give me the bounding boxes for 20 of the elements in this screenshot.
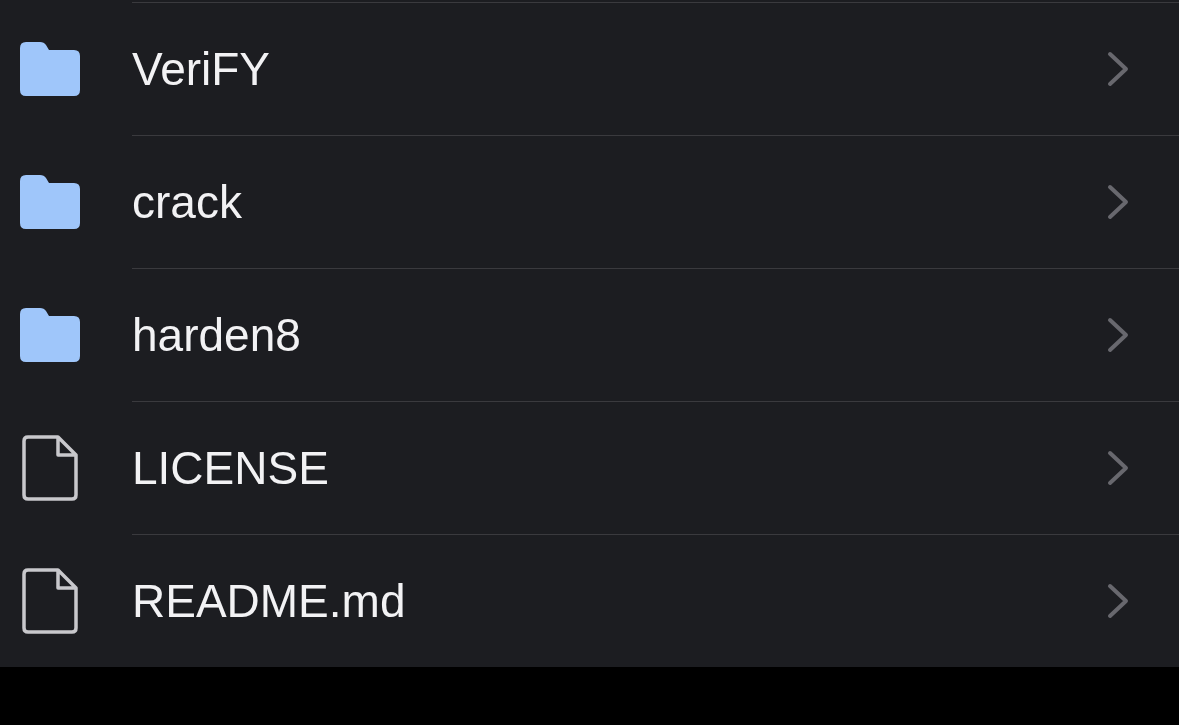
file-name: harden8 [132, 308, 302, 362]
file-list-item[interactable]: README.md [0, 534, 1179, 667]
document-icon [22, 567, 78, 634]
chevron-icon [1107, 51, 1129, 87]
chevron-icon [1107, 317, 1129, 353]
file-list-item[interactable]: LICENSE [0, 401, 1179, 534]
chevron-icon [1107, 583, 1129, 619]
file-list-item[interactable]: harden8 [0, 268, 1179, 401]
file-name: LICENSE [132, 441, 330, 495]
chevron-icon [1107, 450, 1129, 486]
file-name: VeriFY [132, 42, 272, 96]
document-icon [22, 434, 78, 501]
folder-icon [20, 174, 80, 229]
chevron-icon [1107, 184, 1129, 220]
folder-icon [20, 307, 80, 362]
file-name: crack [132, 175, 243, 229]
folder-icon [20, 41, 80, 96]
file-name: README.md [132, 574, 407, 628]
file-list-item[interactable]: crack [0, 135, 1179, 268]
file-list-item[interactable]: VeriFY [0, 2, 1179, 135]
